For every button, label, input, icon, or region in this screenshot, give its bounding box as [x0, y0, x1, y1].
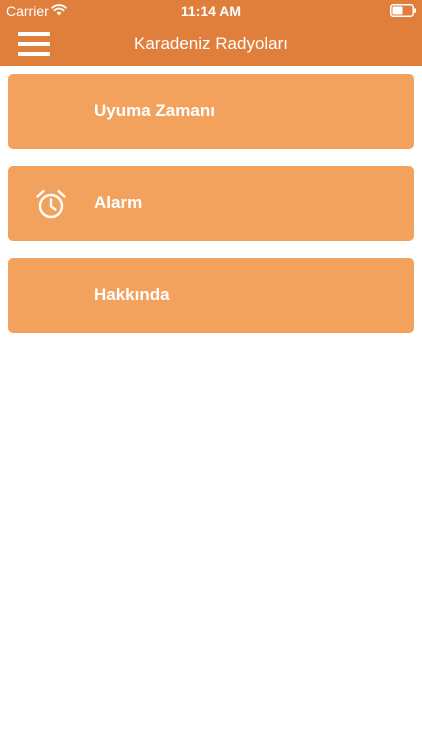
page-title: Karadeniz Radyoları: [133, 34, 289, 53]
menu-item-sleep-timer[interactable]: Uyuma Zamanı: [8, 74, 414, 149]
navigation-bar: Karadeniz Radyoları: [0, 22, 422, 66]
menu-item-label: Hakkında: [94, 285, 170, 304]
menu-item-label: Uyuma Zamanı: [94, 101, 215, 120]
menu-item-alarm[interactable]: Alarm: [8, 166, 414, 241]
top-bar: Carrier 11:14 AM Karadeniz Radyoları: [0, 0, 422, 66]
status-bar: Carrier 11:14 AM: [0, 0, 422, 22]
menu-item-label: Alarm: [94, 193, 143, 212]
menu-item-about[interactable]: Hakkında: [8, 258, 414, 333]
alarm-clock-icon: [36, 189, 66, 219]
menu-list: Uyuma Zamanı Alarm Hakkında: [8, 74, 414, 350]
battery-icon: [390, 4, 416, 17]
status-time: 11:14 AM: [180, 3, 242, 19]
